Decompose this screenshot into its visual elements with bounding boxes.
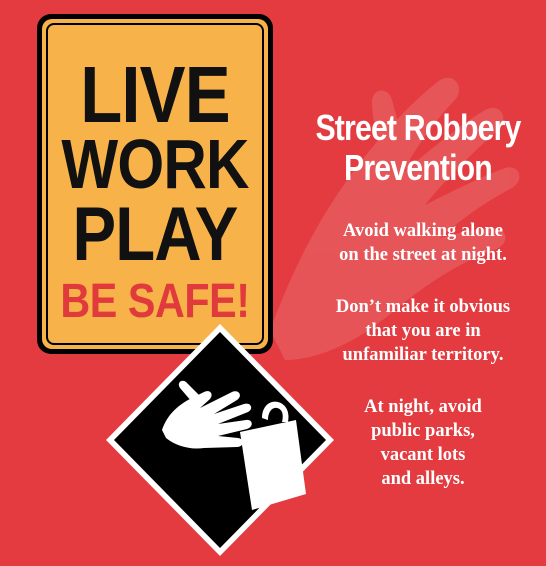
poster: LIVE WORK PLAY BE SAFE! Street Robbery P… (0, 0, 546, 566)
headline: Street Robbery Prevention (310, 108, 525, 188)
headline-line-1: Street Robbery (315, 107, 521, 148)
tip-line: on the street at night. (339, 245, 507, 265)
tip-avoid-parks: At night, avoid public parks, vacant lot… (300, 395, 546, 491)
tip-line: that you are in (365, 321, 481, 341)
sign-line-work: WORK (61, 125, 249, 203)
sign-line-live: LIVE (80, 50, 230, 139)
tip-line: unfamiliar territory. (342, 345, 504, 365)
tip-line: Don’t make it obvious (335, 297, 511, 317)
tip-line: and alleys. (381, 469, 465, 489)
tip-line: At night, avoid (364, 397, 482, 417)
headline-line-2: Prevention (344, 147, 493, 188)
live-work-play-sign: LIVE WORK PLAY BE SAFE! (37, 14, 273, 354)
tip-line: public parks, (371, 421, 475, 441)
tip-unfamiliar-territory: Don’t make it obvious that you are in un… (300, 295, 546, 367)
tip-walking-alone: Avoid walking alone on the street at nig… (300, 219, 546, 267)
sign-line-play: PLAY (72, 192, 239, 277)
sign-line-be-safe: BE SAFE! (60, 275, 250, 328)
tip-line: vacant lots (380, 445, 466, 465)
sign-face: LIVE WORK PLAY BE SAFE! (42, 19, 268, 349)
tip-line: Avoid walking alone (342, 221, 504, 241)
